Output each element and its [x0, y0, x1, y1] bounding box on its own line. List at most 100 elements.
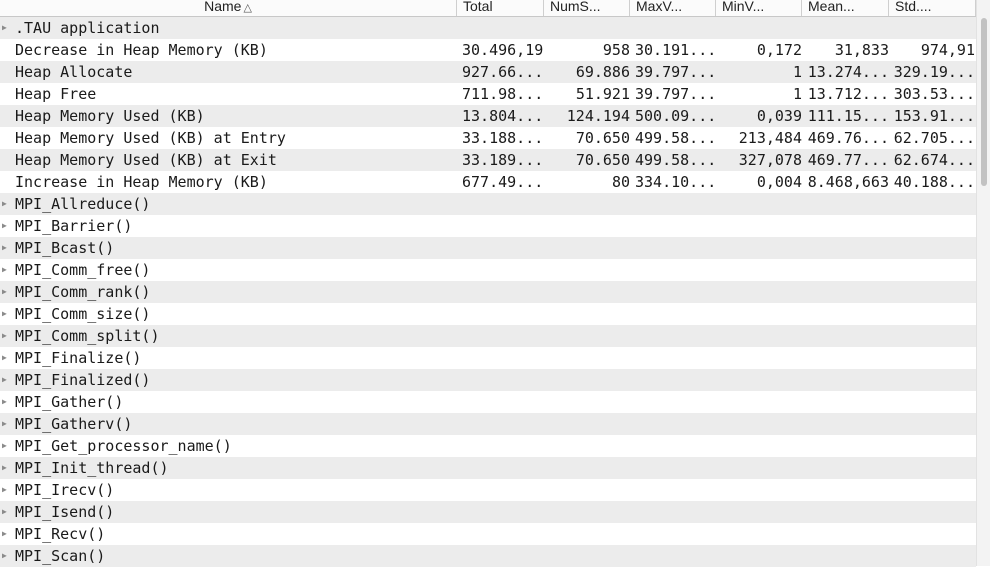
- disclosure-triangle-icon[interactable]: ▶: [2, 325, 10, 347]
- table-row[interactable]: ▶ MPI_Comm_size(): [0, 303, 976, 325]
- row-mean-value: 8.468,663: [807, 173, 889, 191]
- disclosure-triangle-icon[interactable]: ▶: [2, 391, 10, 413]
- row-total-value: 30.496,19: [462, 41, 544, 59]
- row-name: MPI_Barrier(): [15, 217, 133, 235]
- row-nums-value: 51.921: [575, 85, 630, 103]
- table-row[interactable]: ▶ MPI_Comm_free(): [0, 259, 976, 281]
- row-mean-value: 111.15...: [807, 107, 889, 125]
- row-std-value: 153.91...: [893, 107, 975, 125]
- table-row[interactable]: ▶ MPI_Isend(): [0, 501, 976, 523]
- row-nums-value: 958: [602, 41, 630, 59]
- row-total-value: 33.188...: [462, 129, 544, 147]
- row-minv-value: 0,004: [756, 173, 802, 191]
- column-header-std[interactable]: Std....: [889, 0, 976, 16]
- scrollbar-thumb[interactable]: [981, 18, 987, 186]
- row-mean-value: 13.712...: [807, 85, 889, 103]
- row-maxv-value: 500.09...: [635, 107, 717, 125]
- table-row[interactable]: ▶ MPI_Finalize(): [0, 347, 976, 369]
- disclosure-triangle-icon[interactable]: ▶: [2, 545, 10, 567]
- row-minv-value: 1: [792, 63, 802, 81]
- row-std-value: 329.19...: [893, 63, 975, 81]
- disclosure-triangle-icon[interactable]: ▶: [2, 369, 10, 391]
- disclosure-triangle-icon[interactable]: ▶: [2, 215, 10, 237]
- disclosure-triangle-icon[interactable]: ▶: [2, 237, 10, 259]
- vertical-scrollbar[interactable]: [976, 0, 990, 566]
- table-row[interactable]: Heap Memory Used (KB) 13.804... 124.194 500…: [0, 105, 976, 127]
- disclosure-triangle-icon[interactable]: ▶: [2, 17, 10, 39]
- column-header-minv[interactable]: MinV...: [716, 0, 802, 16]
- row-std-value: 974,91: [920, 41, 975, 59]
- row-name: Heap Allocate: [15, 63, 133, 81]
- column-header-total[interactable]: Total: [457, 0, 544, 16]
- table-row[interactable]: ▶ MPI_Init_thread(): [0, 457, 976, 479]
- table-row[interactable]: ▶ MPI_Comm_split(): [0, 325, 976, 347]
- table-row[interactable]: ▶ MPI_Finalized(): [0, 369, 976, 391]
- row-maxv-value: 39.797...: [635, 85, 717, 103]
- table-row[interactable]: ▶ MPI_Gatherv(): [0, 413, 976, 435]
- disclosure-triangle-icon[interactable]: ▶: [2, 193, 10, 215]
- table-row[interactable]: ▶ MPI_Irecv(): [0, 479, 976, 501]
- disclosure-triangle-icon[interactable]: ▶: [2, 303, 10, 325]
- row-maxv-value: 30.191...: [635, 41, 717, 59]
- table-row[interactable]: Increase in Heap Memory (KB) 677.49... 80 3…: [0, 171, 976, 193]
- column-header-maxv[interactable]: MaxV...: [630, 0, 716, 16]
- table-row[interactable]: ▶ MPI_Gather(): [0, 391, 976, 413]
- row-total-value: 13.804...: [462, 107, 544, 125]
- column-header-nums[interactable]: NumS...: [544, 0, 630, 16]
- disclosure-triangle-icon[interactable]: ▶: [2, 523, 10, 545]
- table-row[interactable]: Heap Allocate 927.66... 69.886 39.797... 1 13…: [0, 61, 976, 83]
- disclosure-triangle-icon[interactable]: ▶: [2, 413, 10, 435]
- row-std-value: 62.674...: [893, 151, 975, 169]
- row-maxv-value: 39.797...: [635, 63, 717, 81]
- row-minv-value: 213,484: [738, 129, 802, 147]
- row-minv-value: 0,039: [756, 107, 802, 125]
- column-header-name-label: Name: [204, 0, 242, 14]
- table-body: ▶ .TAU application Decrease in Heap Memory…: [0, 17, 976, 567]
- table-row[interactable]: ▶ MPI_Recv(): [0, 523, 976, 545]
- row-std-value: 40.188...: [893, 173, 975, 191]
- table-row[interactable]: Heap Memory Used (KB) at Entry 33.188... 7…: [0, 127, 976, 149]
- column-header-mean[interactable]: Mean...: [802, 0, 889, 16]
- row-name: MPI_Recv(): [15, 525, 106, 543]
- disclosure-triangle-icon[interactable]: ▶: [2, 259, 10, 281]
- row-name: MPI_Comm_free(): [15, 261, 151, 279]
- disclosure-triangle-icon[interactable]: ▶: [2, 281, 10, 303]
- row-name: Heap Memory Used (KB): [15, 107, 205, 125]
- disclosure-triangle-icon[interactable]: ▶: [2, 435, 10, 457]
- row-name: .TAU application: [15, 19, 160, 37]
- row-mean-value: 13.274...: [807, 63, 889, 81]
- row-name: MPI_Gather(): [15, 393, 124, 411]
- row-name: MPI_Comm_rank(): [15, 283, 151, 301]
- row-name: Increase in Heap Memory (KB): [15, 173, 268, 191]
- row-name: MPI_Finalized(): [15, 371, 151, 389]
- table-row[interactable]: Heap Free 711.98... 51.921 39.797... 1 13.712…: [0, 83, 976, 105]
- row-name: Heap Free: [15, 85, 97, 103]
- column-header-name[interactable]: Name △: [0, 0, 457, 16]
- disclosure-triangle-icon[interactable]: ▶: [2, 457, 10, 479]
- table-row[interactable]: ▶ MPI_Get_processor_name(): [0, 435, 976, 457]
- table-row[interactable]: ▶ MPI_Scan(): [0, 545, 976, 567]
- disclosure-triangle-icon[interactable]: ▶: [2, 501, 10, 523]
- table-row[interactable]: Decrease in Heap Memory (KB) 30.496,19 958…: [0, 39, 976, 61]
- row-name: MPI_Irecv(): [15, 481, 115, 499]
- row-name: MPI_Init_thread(): [15, 459, 169, 477]
- row-total-value: 677.49...: [462, 173, 544, 191]
- row-name: Heap Memory Used (KB) at Exit: [15, 151, 277, 169]
- disclosure-triangle-icon[interactable]: ▶: [2, 479, 10, 501]
- row-nums-value: 80: [611, 173, 630, 191]
- row-name: MPI_Gatherv(): [15, 415, 133, 433]
- row-name: MPI_Finalize(): [15, 349, 142, 367]
- table-row[interactable]: ▶ MPI_Allreduce(): [0, 193, 976, 215]
- row-total-value: 711.98...: [462, 85, 544, 103]
- table-row[interactable]: ▶ MPI_Barrier(): [0, 215, 976, 237]
- row-maxv-value: 334.10...: [635, 173, 717, 191]
- table-row[interactable]: ▶ .TAU application: [0, 17, 976, 39]
- row-mean-value: 469.76...: [807, 129, 889, 147]
- table-row[interactable]: Heap Memory Used (KB) at Exit 33.189... 70…: [0, 149, 976, 171]
- table-row[interactable]: ▶ MPI_Bcast(): [0, 237, 976, 259]
- disclosure-triangle-icon[interactable]: ▶: [2, 347, 10, 369]
- row-std-value: 62.705...: [893, 129, 975, 147]
- table-row[interactable]: ▶ MPI_Comm_rank(): [0, 281, 976, 303]
- row-nums-value: 69.886: [575, 63, 630, 81]
- row-minv-value: 327,078: [738, 151, 802, 169]
